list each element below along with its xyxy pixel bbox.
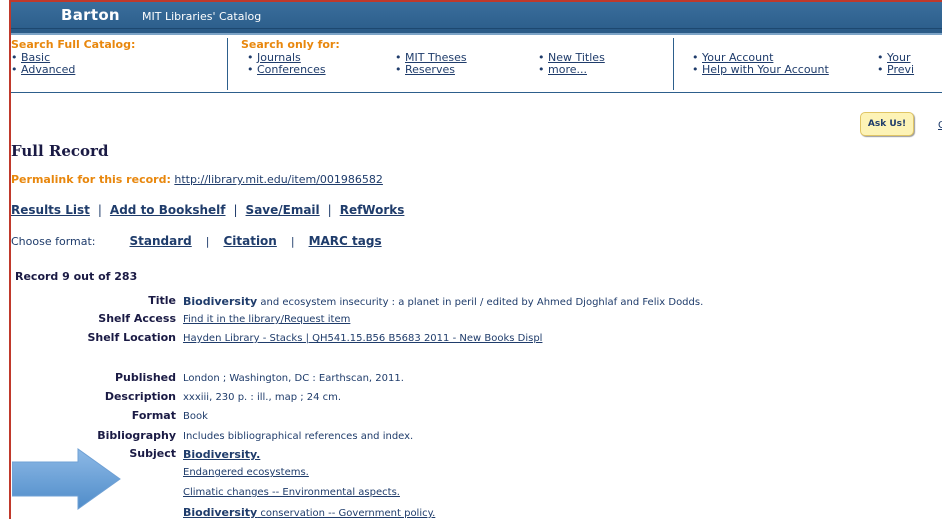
subject-link-conservation[interactable]: Biodiversity conservation -- Government … (183, 506, 435, 519)
format-label: Choose format: (11, 235, 96, 248)
nav-more[interactable]: more... (538, 63, 587, 76)
field-label-shelf-access: Shelf Access (98, 312, 176, 325)
field-label-published: Published (114, 371, 176, 384)
field-value-bibliography: Includes bibliographical references and … (183, 431, 414, 442)
permalink-row: Permalink for this record: http://librar… (11, 173, 383, 186)
search-nav: Search Full Catalog: Basic Advanced Sear… (11, 36, 942, 93)
subject-link-endangered[interactable]: Endangered ecosystems. (183, 467, 309, 478)
permalink-link[interactable]: http://library.mit.edu/item/001986582 (174, 173, 383, 186)
format-standard-link[interactable]: Standard (130, 234, 192, 248)
record-count: Record 9 out of 283 (15, 270, 138, 283)
nav-reserves[interactable]: Reserves (395, 63, 455, 76)
field-label-subject: Subject (129, 447, 176, 460)
save-email-link[interactable]: Save/Email (246, 203, 320, 217)
refworks-link[interactable]: RefWorks (340, 203, 405, 217)
shelf-access-link[interactable]: Find it in the library/Request item (183, 314, 350, 325)
results-list-link[interactable]: Results List (11, 203, 90, 217)
field-label-bibliography: Bibliography (97, 429, 176, 442)
nav-previous-edge[interactable]: Previ (877, 63, 914, 76)
permalink-label: Permalink for this record: (11, 173, 171, 186)
header-bar: Barton MIT Libraries' Catalog (11, 2, 942, 29)
nav-divider (227, 38, 228, 90)
nav-divider (673, 38, 674, 90)
highlight-arrow-icon (12, 448, 121, 510)
field-label-title: Title (148, 294, 176, 307)
field-value-description: xxxiii, 230 p. : ill., map ; 24 cm. (183, 392, 342, 403)
edge-link[interactable]: G (938, 120, 942, 131)
nav-help-account[interactable]: Help with Your Account (692, 63, 829, 76)
ask-us-button[interactable]: Ask Us! (860, 112, 914, 136)
header-stripe-light (11, 33, 942, 35)
format-marc-link[interactable]: MARC tags (309, 234, 382, 248)
field-value-published: London ; Washington, DC : Earthscan, 201… (183, 373, 404, 384)
field-label-description: Description (104, 390, 176, 403)
page-title: Full Record (11, 142, 109, 160)
subject-link-biodiversity[interactable]: Biodiversity. (183, 448, 260, 461)
field-label-format: Format (131, 409, 176, 422)
format-citation-link[interactable]: Citation (223, 234, 276, 248)
full-catalog-heading: Search Full Catalog: (11, 38, 136, 51)
brand-logo[interactable]: Barton (61, 6, 120, 24)
shelf-location-link[interactable]: Hayden Library - Stacks | QH541.15.B56 B… (183, 333, 542, 344)
nav-conferences[interactable]: Conferences (247, 63, 326, 76)
subject-link-climatic[interactable]: Climatic changes -- Environmental aspect… (183, 487, 400, 498)
nav-advanced[interactable]: Advanced (11, 63, 75, 76)
add-to-bookshelf-link[interactable]: Add to Bookshelf (110, 203, 226, 217)
field-value-title: Biodiversity and ecosystem insecurity : … (183, 295, 704, 308)
search-only-heading: Search only for: (241, 38, 340, 51)
field-value-format: Book (183, 411, 208, 422)
catalog-subtitle: MIT Libraries' Catalog (142, 10, 262, 23)
field-label-shelf-location: Shelf Location (87, 331, 176, 344)
record-actions: Results List | Add to Bookshelf | Save/Email… (11, 203, 405, 217)
format-chooser: Choose format: Standard | Citation | MARC tag… (11, 234, 382, 248)
